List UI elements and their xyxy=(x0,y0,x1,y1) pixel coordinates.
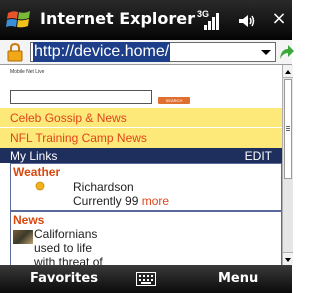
address-bar: http://device.home/ xyxy=(0,40,294,65)
scroll-down-button[interactable] xyxy=(283,252,293,265)
close-icon[interactable]: × xyxy=(271,8,287,30)
chevron-down-icon[interactable] xyxy=(259,44,273,60)
my-links-title: My Links xyxy=(10,149,58,163)
news-thumbnail[interactable] xyxy=(13,230,33,244)
news-card: News Californians used to life with thre… xyxy=(10,211,282,265)
sun-icon xyxy=(35,181,45,191)
volume-icon[interactable] xyxy=(238,13,256,29)
menu-softkey[interactable]: Menu xyxy=(218,271,258,286)
lock-icon xyxy=(7,43,23,62)
grip-icon xyxy=(286,126,290,131)
vertical-scrollbar[interactable] xyxy=(282,65,293,265)
weather-current-text: Currently 99 xyxy=(73,194,139,208)
promo-link-nfl[interactable]: NFL Training Camp News xyxy=(10,131,147,145)
news-title[interactable]: News xyxy=(13,213,44,227)
edit-link[interactable]: EDIT xyxy=(245,149,272,163)
url-input[interactable]: http://device.home/ xyxy=(30,42,276,62)
weather-title[interactable]: Weather xyxy=(13,165,60,179)
search-input[interactable] xyxy=(10,90,152,104)
promo-divider xyxy=(0,127,282,128)
favorites-softkey[interactable]: Favorites xyxy=(30,271,98,286)
soft-key-bar: Favorites Menu xyxy=(0,265,292,293)
weather-card: Weather Richardson Currently 99 more xyxy=(10,163,282,211)
keyboard-icon[interactable] xyxy=(136,272,156,286)
go-arrow-icon[interactable] xyxy=(278,43,294,61)
promo-link-gossip[interactable]: Celeb Gossip & News xyxy=(10,111,127,125)
windows-start-icon[interactable] xyxy=(6,7,32,33)
promo-links: Celeb Gossip & News NFL Training Camp Ne… xyxy=(0,108,282,148)
network-type-label: 3G xyxy=(197,9,210,19)
weather-more-link[interactable]: more xyxy=(142,194,169,208)
weather-city: Richardson xyxy=(73,180,134,194)
search-button[interactable]: SEARCH xyxy=(158,97,190,104)
scroll-thumb[interactable] xyxy=(284,79,292,179)
my-links-header: My Links EDIT xyxy=(0,148,282,163)
scroll-up-button[interactable] xyxy=(283,65,293,78)
news-headline[interactable]: Californians used to life with threat of… xyxy=(34,227,104,265)
scroll-up-icon xyxy=(285,70,291,74)
url-text: http://device.home/ xyxy=(33,42,171,62)
site-logo[interactable]: Mobile Net Live xyxy=(10,69,44,75)
app-title: Internet Explorer xyxy=(40,9,196,28)
web-page-content: Mobile Net Live SEARCH Celeb Gossip & Ne… xyxy=(0,65,282,265)
weather-current: Currently 99 more xyxy=(73,194,169,208)
title-bar: Internet Explorer 3G × xyxy=(0,0,292,40)
